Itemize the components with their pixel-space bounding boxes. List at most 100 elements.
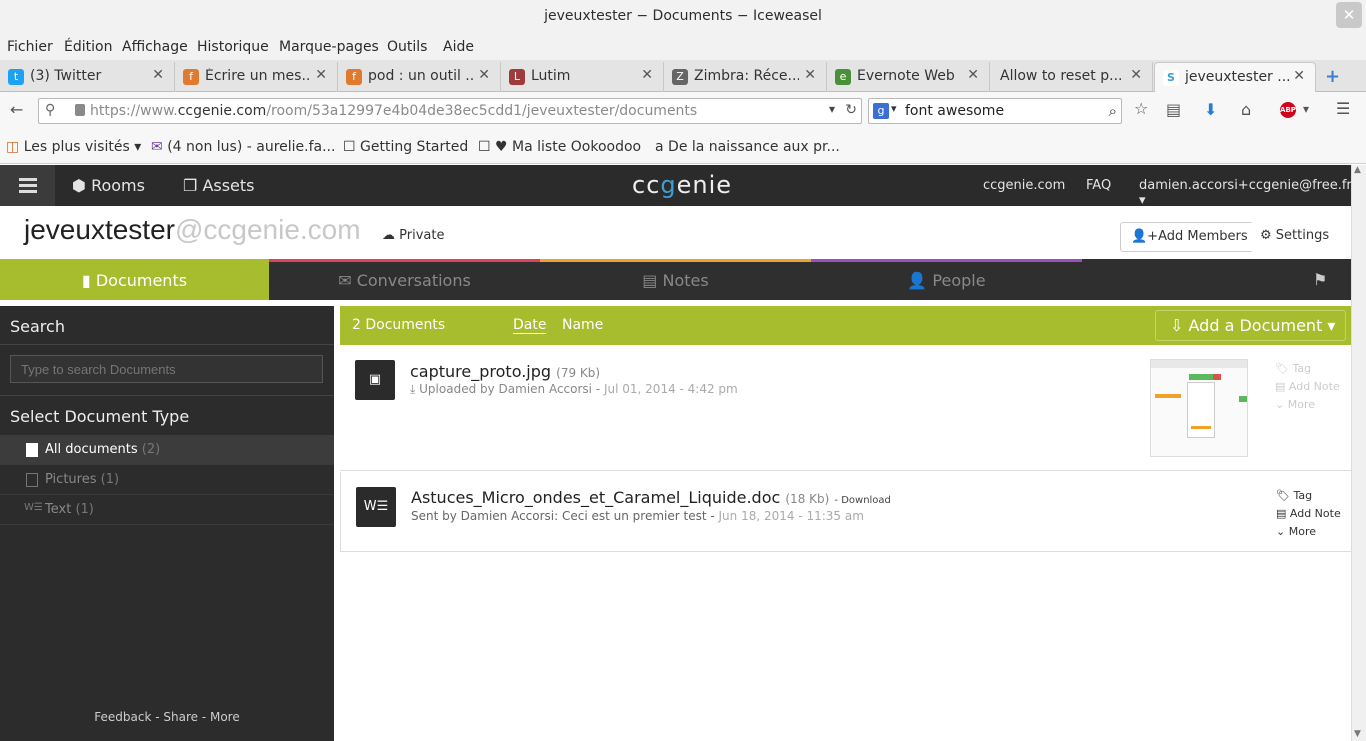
tab-label: Lutim [531,68,571,84]
gear-icon: ⚙ [1260,228,1272,243]
tab-people[interactable]: 👤 People [811,259,1082,300]
link-ccgenie-site[interactable]: ccgenie.com [983,178,1065,193]
url-bar[interactable]: ⚲ https://www.ccgenie.com/room/53a12997e… [38,98,862,124]
filter-all-documents[interactable]: All documents (2) [0,435,334,465]
zimbra-icon: Z [672,69,688,85]
page-scrollbar[interactable]: ▲ ▼ [1351,165,1366,741]
download-icon[interactable]: ⤓ [410,382,415,396]
browser-tab-pod[interactable]: f pod : un outil ... ✕ [338,62,501,92]
tab-close-icon[interactable]: ✕ [967,67,979,83]
user-menu[interactable]: damien.accorsi+ccgenie@free.fr ▾ [1139,178,1352,208]
envelope-icon: ✉ [338,271,352,290]
add-document-button[interactable]: ⇩ Add a Document ▾ [1155,310,1346,341]
tag-button[interactable]: 🏷 Tag [1276,489,1312,502]
browser-tab-evernote[interactable]: e Evernote Web ✕ [827,62,990,92]
document-row[interactable]: ▣ capture_proto.jpg (79 Kb) ⤓ Uploaded b… [340,345,1351,471]
sidebar-footer-links[interactable]: Feedback - Share - More [0,710,334,724]
documents-toolbar: 2 Documents Date Name ⇩ Add a Document ▾ [340,306,1351,345]
filter-text[interactable]: W☰ Text (1) [0,495,334,525]
browser-tab-ecrire[interactable]: f Écrire un mes... ✕ [175,62,338,92]
adblock-dropdown-icon[interactable]: ▾ [1303,102,1309,116]
app-menu-button[interactable] [0,165,55,206]
browser-tab-jeveuxtester[interactable]: S jeveuxtester ... ✕ [1154,62,1316,92]
search-heading: Search [10,317,65,336]
nav-assets[interactable]: ❐ Assets [183,176,255,195]
nav-rooms[interactable]: ⬢ Rooms [72,176,145,195]
link-faq[interactable]: FAQ [1086,178,1111,193]
add-note-button[interactable]: ▤ Add Note [1275,380,1340,393]
copy-icon: ❐ [183,176,198,195]
browser-tab-zimbra[interactable]: Z Zimbra: Réce... ✕ [664,62,827,92]
menu-historique[interactable]: Historique [197,39,269,55]
document-thumbnail[interactable] [1150,359,1248,457]
document-name[interactable]: capture_proto.jpg (79 Kb) [410,362,600,381]
reload-icon[interactable]: ↻ [845,102,857,118]
browser-tab-allow-reset[interactable]: Allow to reset p... ✕ [990,62,1153,92]
bookmark-amazon[interactable]: a De la naissance aux pr... [655,139,840,155]
menu-fichier[interactable]: Fichier [7,39,53,55]
tag-button[interactable]: 🏷 Tag [1275,362,1311,375]
more-button[interactable]: ⌄ More [1275,398,1315,411]
downloads-icon[interactable]: ⬇ [1204,100,1217,119]
bookmark-getting-started[interactable]: ☐ Getting Started [343,139,468,155]
bookmark-star-icon[interactable]: ☆ [1134,99,1148,118]
picture-icon [26,473,38,487]
add-note-button[interactable]: ▤ Add Note [1276,507,1341,520]
bookmark-most-visited[interactable]: ◫ Les plus visités ▾ [6,139,141,155]
hamburger-menu-icon[interactable]: ☰ [1336,99,1350,118]
notes-icon: ▤ [642,271,658,290]
bookmark-mail[interactable]: ✉ (4 non lus) - aurelie.fa... [151,139,335,155]
tab-close-icon[interactable]: ✕ [1293,68,1305,84]
menu-marque-pages[interactable]: Marque-pages [279,39,379,55]
sort-by-name[interactable]: Name [562,317,603,333]
adblock-icon[interactable]: ABP [1280,102,1296,118]
browser-tab-lutim[interactable]: L Lutim ✕ [501,62,664,92]
settings-button[interactable]: ⚙ Settings [1250,222,1340,252]
sort-by-date[interactable]: Date [513,317,547,334]
google-icon[interactable]: g [873,103,889,119]
twitter-icon: t [8,69,24,85]
search-documents-input[interactable] [10,355,323,383]
tab-label: Evernote Web [857,68,955,84]
site-identity-icon[interactable]: ⚲ [45,102,55,118]
flag-icon[interactable]: ⚑ [1313,270,1327,289]
search-icon[interactable]: ⌕ [1109,102,1117,120]
menu-outils[interactable]: Outils [387,39,427,55]
download-link[interactable]: - Download [834,495,891,506]
tab-close-icon[interactable]: ✕ [478,67,490,83]
new-tab-icon[interactable]: + [1325,66,1340,87]
document-row[interactable]: W☰ Astuces_Micro_ondes_et_Caramel_Liquid… [340,472,1351,552]
search-bar[interactable]: g ▾ font awesome ⌕ [868,98,1122,124]
document-name[interactable]: Astuces_Micro_ondes_et_Caramel_Liquide.d… [411,488,891,507]
menu-aide[interactable]: Aide [443,39,474,55]
search-query[interactable]: font awesome [905,103,1004,119]
more-button[interactable]: ⌄ More [1276,525,1316,538]
tab-close-icon[interactable]: ✕ [315,67,327,83]
back-icon[interactable]: ← [10,100,23,119]
tab-notes[interactable]: ▤ Notes [540,259,811,300]
window-close-button[interactable]: ✕ [1336,2,1362,28]
cube-icon: ⬢ [72,176,86,195]
menu-edition[interactable]: Édition [64,39,112,55]
url-dropdown-icon[interactable]: ▾ [829,102,835,116]
reading-list-icon[interactable]: ▤ [1166,100,1181,119]
tab-close-icon[interactable]: ✕ [152,67,164,83]
menu-affichage[interactable]: Affichage [122,39,188,55]
add-members-button[interactable]: 👤+Add Members [1120,222,1259,252]
tab-documents[interactable]: ▮ Documents [0,259,269,300]
tab-close-icon[interactable]: ✕ [641,67,653,83]
upload-icon: ⇩ [1170,316,1184,335]
scroll-down-icon[interactable]: ▼ [1354,729,1361,739]
browser-tab-twitter[interactable]: t (3) Twitter ✕ [0,62,175,92]
home-icon[interactable]: ⌂ [1241,100,1251,119]
filter-pictures[interactable]: Pictures (1) [0,465,334,495]
tab-close-icon[interactable]: ✕ [1130,67,1142,83]
scroll-up-icon[interactable]: ▲ [1354,165,1361,175]
search-engine-dropdown-icon[interactable]: ▾ [891,102,897,115]
bookmark-ookoodoo[interactable]: ☐ ♥ Ma liste Ookoodoo [478,139,641,155]
tab-conversations[interactable]: ✉ Conversations [269,259,540,300]
privacy-toggle[interactable]: ☁ Private [382,228,444,243]
ccgenie-logo[interactable]: ccgenie [632,171,732,199]
tab-close-icon[interactable]: ✕ [804,67,816,83]
url-text[interactable]: https://www.ccgenie.com/room/53a12997e4b… [90,103,697,119]
